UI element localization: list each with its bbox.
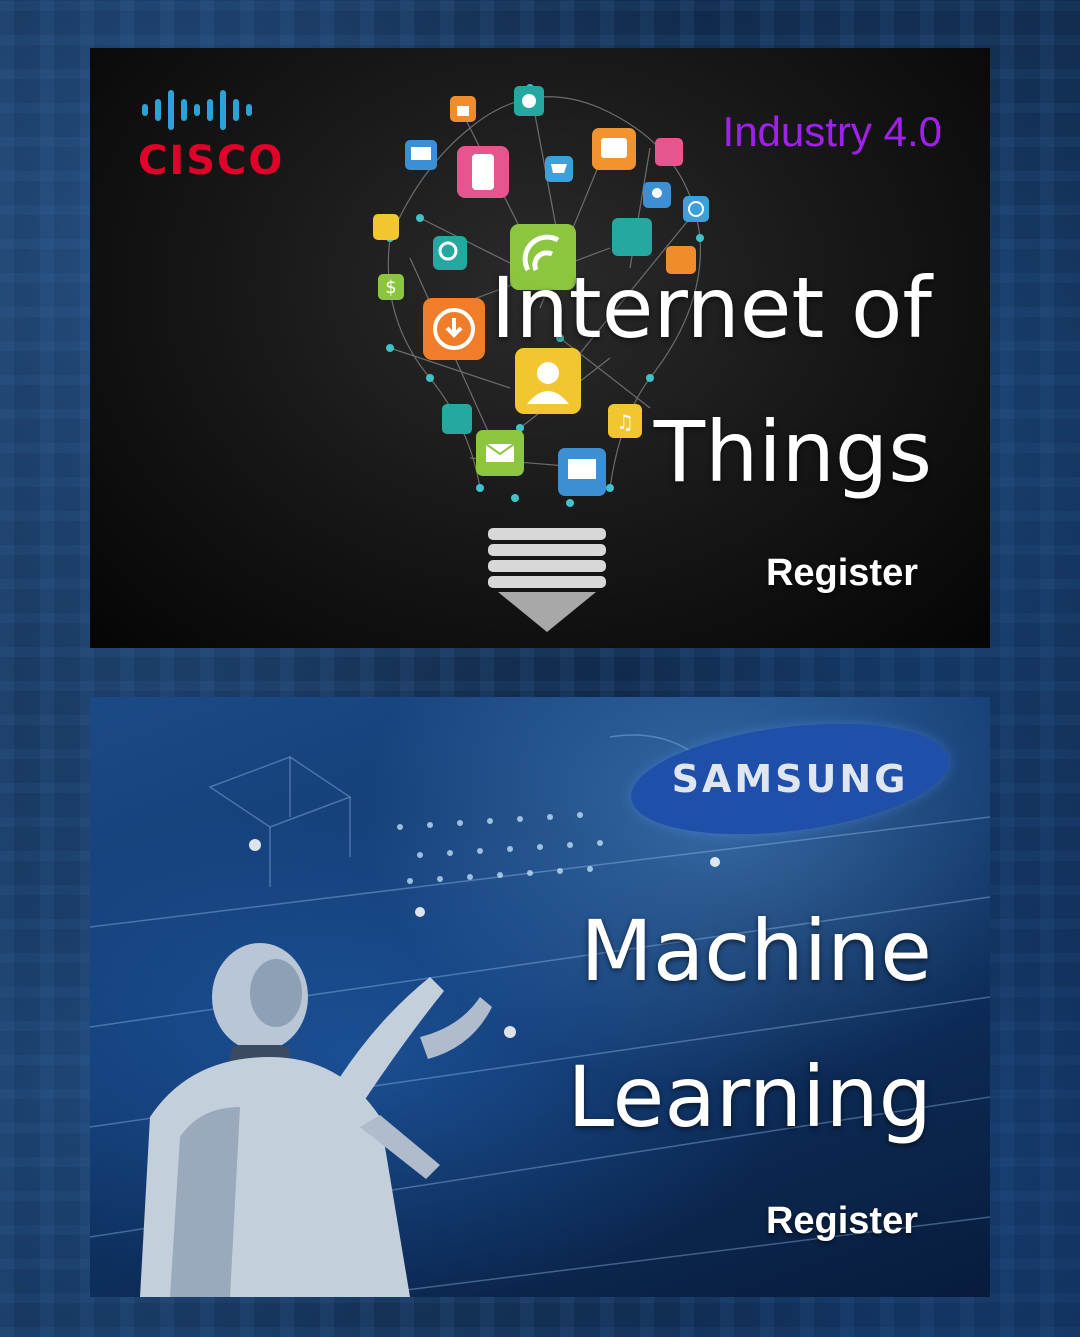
call-icon [655,138,683,166]
location-icon [643,182,671,208]
svg-text:♫: ♫ [616,410,634,434]
course-title-line-2: Things [653,403,932,501]
iot-course-card[interactable]: $ ♫ CISCO Industry 4.0 Internet of Thing… [90,48,990,648]
course-title-line-1: Internet of [490,259,932,357]
cisco-logo: CISCO [138,88,318,188]
camera-icon [514,86,544,116]
network-icon [612,218,652,256]
cart-icon [545,156,573,182]
dollar-icon: $ [378,274,404,300]
bulb-base [488,528,606,632]
course-title-line-2: Learning [567,1048,932,1146]
industry-tag: Industry 4.0 [722,108,942,155]
satellite-icon [373,214,399,240]
cisco-bars-icon [142,88,318,132]
lock-icon [450,96,476,122]
tablet-icon [592,128,636,170]
user-icon [515,348,581,414]
search-icon [433,236,467,270]
desktop-icon [558,448,606,496]
course-title-line-1: Machine [580,902,932,1000]
samsung-wordmark: SAMSUNG [671,757,909,801]
phone-icon [457,146,509,198]
target-icon [683,196,709,222]
ml-course-card[interactable]: SAMSUNG Machine Learning Register [90,697,990,1297]
cisco-wordmark: CISCO [138,138,285,184]
register-button[interactable]: Register [766,552,918,595]
monitor-icon [405,140,437,170]
samsung-logo: SAMSUNG [624,707,956,851]
svg-text:$: $ [385,277,396,298]
computer-icon [442,404,472,434]
register-button[interactable]: Register [766,1200,918,1243]
music-icon: ♫ [608,404,642,438]
mail-icon [476,430,524,476]
download-icon [423,298,485,360]
robot-figure [140,943,492,1297]
